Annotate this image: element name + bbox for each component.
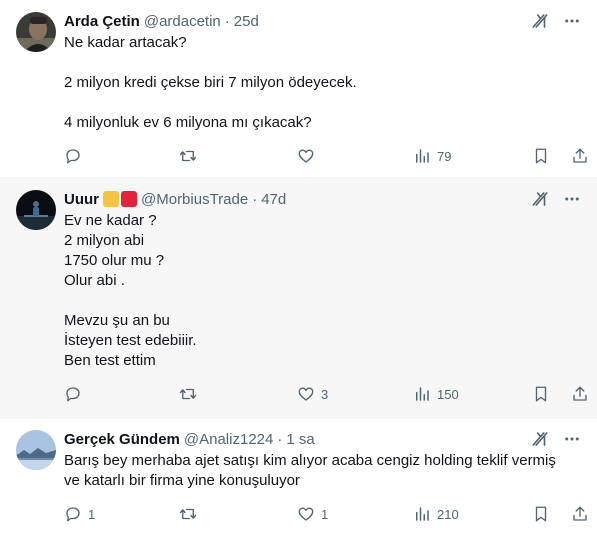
more-icon[interactable]: [563, 430, 581, 448]
like-button[interactable]: 1: [297, 505, 328, 523]
grok-icon[interactable]: [531, 430, 549, 448]
like-button[interactable]: [297, 147, 321, 165]
action-bar: 1 1 210: [16, 497, 587, 535]
retweet-icon: [179, 388, 197, 400]
more-icon[interactable]: [563, 190, 581, 208]
avatar[interactable]: [16, 430, 56, 470]
separator-dot: ·: [252, 190, 258, 208]
man-portrait-icon: [16, 12, 56, 52]
views-button[interactable]: 210: [413, 505, 459, 523]
view-count: 210: [437, 506, 459, 522]
like-count: 1: [321, 506, 329, 522]
yellow-badge-icon: [103, 191, 119, 207]
heart-icon: [298, 149, 314, 163]
author-name[interactable]: Uuur: [64, 191, 99, 208]
share-icon: [573, 506, 587, 521]
bookmark-icon: [535, 148, 547, 164]
profile-badges: [103, 191, 137, 207]
reply-button[interactable]: 1: [64, 505, 95, 523]
analytics-icon: [416, 387, 429, 401]
share-button[interactable]: [571, 147, 589, 165]
tweet-2[interactable]: Uuur @MorbiusTrade · 47d Ev ne kadar ? 2…: [0, 178, 597, 418]
share-button[interactable]: [571, 385, 589, 403]
avatar[interactable]: [16, 12, 56, 52]
tweet-text: Barış bey merhaba ajet satışı kim alıyor…: [64, 452, 556, 489]
tweet-text: Ne kadar artacak? 2 milyon kredi çekse b…: [64, 34, 357, 131]
avatar[interactable]: [16, 190, 56, 230]
reply-icon: [66, 507, 80, 522]
reply-icon: [66, 149, 80, 164]
bookmark-button[interactable]: [532, 147, 550, 165]
landscape-icon: [16, 430, 56, 470]
action-bar: 3 150: [16, 377, 587, 415]
more-icon[interactable]: [563, 12, 581, 30]
view-count: 79: [437, 148, 452, 164]
like-count: 3: [321, 386, 329, 402]
retweet-icon: [179, 508, 197, 520]
share-button[interactable]: [571, 505, 589, 523]
bookmark-button[interactable]: [532, 505, 550, 523]
heart-icon: [298, 387, 314, 401]
reply-count: 1: [88, 506, 96, 522]
red-badge-icon: [121, 191, 137, 207]
grok-icon[interactable]: [531, 12, 549, 30]
tweet-text: Ev ne kadar ? 2 milyon abi 1750 olur mu …: [64, 212, 197, 369]
like-button[interactable]: 3: [297, 385, 328, 403]
bookmark-icon: [535, 386, 547, 402]
tweet-3[interactable]: Gerçek Gündem @Analiz1224 · 1 sa Barış b…: [0, 418, 597, 533]
timestamp[interactable]: 1 sa: [286, 431, 314, 448]
author-handle[interactable]: @MorbiusTrade: [141, 191, 248, 208]
tweet-1[interactable]: Arda Çetin @ardacetin · 25d Ne kadar art…: [0, 0, 597, 178]
views-button[interactable]: 79: [413, 147, 451, 165]
author-name[interactable]: Gerçek Gündem: [64, 431, 180, 448]
timestamp[interactable]: 47d: [261, 191, 286, 208]
heart-icon: [298, 507, 314, 521]
retweet-button[interactable]: [178, 385, 204, 403]
timestamp[interactable]: 25d: [234, 13, 259, 30]
retweet-button[interactable]: [178, 147, 204, 165]
person-on-beach-icon: [16, 190, 56, 230]
view-count: 150: [437, 386, 459, 402]
retweet-icon: [179, 150, 197, 162]
action-bar: 79: [16, 139, 587, 177]
author-name[interactable]: Arda Çetin: [64, 13, 140, 30]
share-icon: [573, 148, 587, 163]
bookmark-icon: [535, 506, 547, 522]
retweet-button[interactable]: [178, 505, 204, 523]
reply-icon: [66, 387, 80, 402]
reply-button[interactable]: [64, 147, 88, 165]
author-handle[interactable]: @Analiz1224: [184, 431, 273, 448]
analytics-icon: [416, 149, 429, 163]
views-button[interactable]: 150: [413, 385, 459, 403]
analytics-icon: [416, 507, 429, 521]
grok-icon[interactable]: [531, 190, 549, 208]
separator-dot: ·: [224, 12, 230, 30]
author-handle[interactable]: @ardacetin: [144, 13, 221, 30]
separator-dot: ·: [277, 430, 283, 448]
share-icon: [573, 386, 587, 401]
bookmark-button[interactable]: [532, 385, 550, 403]
reply-button[interactable]: [64, 385, 88, 403]
